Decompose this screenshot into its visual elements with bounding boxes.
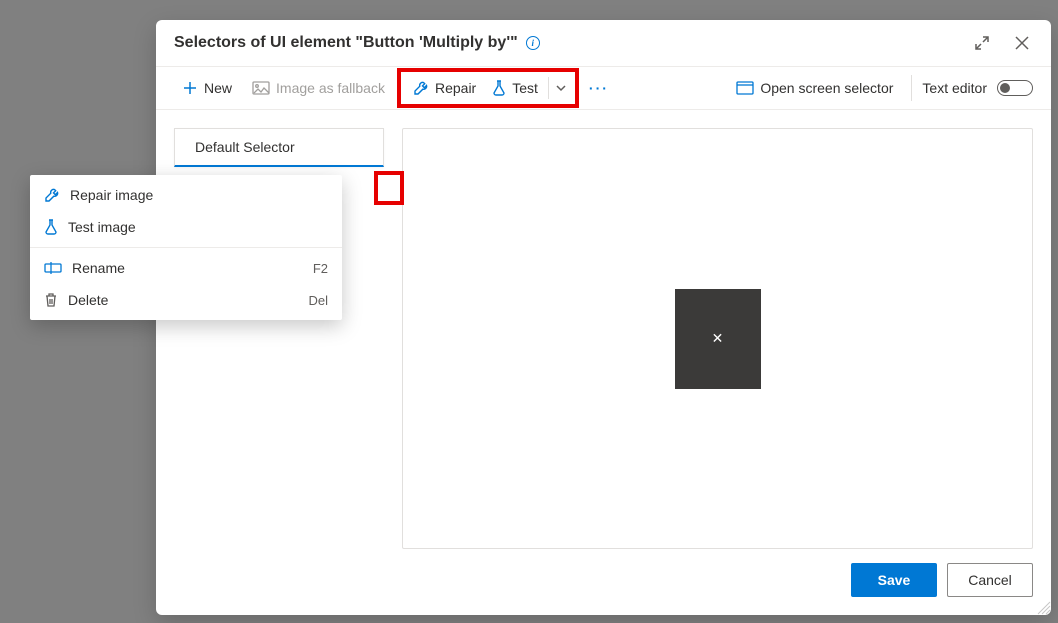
open-screen-selector-button[interactable]: Open screen selector [728,74,901,102]
save-button[interactable]: Save [851,563,937,597]
preview-thumbnail: ✕ [675,289,761,389]
test-label: Test [512,80,538,96]
menu-shortcut: F2 [313,261,328,276]
image-fallback-label: Image as fallback [276,80,385,96]
wrench-icon [413,80,429,96]
flask-icon [44,219,58,235]
new-label: New [204,80,232,96]
menu-test-image[interactable]: Test image [30,211,342,243]
menu-label: Repair image [70,187,153,203]
footer: Save Cancel [156,549,1051,615]
resize-grip-icon[interactable] [1037,601,1051,615]
dialog-title: Selectors of UI element "Button 'Multipl… [174,34,518,52]
screen-icon [736,81,754,95]
menu-shortcut: Del [308,293,328,308]
menu-delete[interactable]: Delete Del [30,284,342,316]
repair-label: Repair [435,80,476,96]
x-icon: ✕ [712,330,724,347]
menu-label: Test image [68,219,136,235]
repair-button[interactable]: Repair [405,74,484,102]
text-editor-toggle[interactable] [997,80,1033,96]
plus-icon [182,80,198,96]
divider [548,77,549,99]
menu-separator [30,247,342,248]
context-menu: Repair image Test image Rename F2 Delete… [30,175,342,320]
chevron-down-icon [555,82,567,94]
title-actions [971,32,1033,54]
titlebar: Selectors of UI element "Button 'Multipl… [156,20,1051,66]
image-icon [252,81,270,95]
test-dropdown[interactable] [551,76,571,100]
toolbar: New Image as fallback Repair Test [156,66,1051,110]
flask-icon [492,80,506,96]
close-icon[interactable] [1011,32,1033,54]
open-selector-label: Open screen selector [760,80,893,96]
cancel-button[interactable]: Cancel [947,563,1033,597]
info-icon[interactable]: i [526,36,540,50]
selector-more-button[interactable] [364,174,388,202]
text-editor-label: Text editor [922,80,987,96]
expand-icon[interactable] [971,32,993,54]
test-button[interactable]: Test [484,74,546,102]
trash-icon [44,292,58,308]
selector-item-default[interactable]: Default Selector [174,128,384,167]
image-fallback-button: Image as fallback [244,74,393,102]
menu-label: Delete [68,292,108,308]
menu-rename[interactable]: Rename F2 [30,252,342,284]
vertical-dots-icon [375,181,378,196]
more-toolbar-icon[interactable]: ··· [583,80,615,96]
rename-icon [44,261,62,275]
menu-label: Rename [72,260,125,276]
preview-panel: ✕ [402,128,1033,549]
selector-item-label: Default Selector [195,139,295,155]
wrench-icon [44,187,60,203]
divider [911,75,912,101]
highlight-repair-test: Repair Test [397,68,579,108]
new-button[interactable]: New [174,74,240,102]
menu-repair-image[interactable]: Repair image [30,179,342,211]
